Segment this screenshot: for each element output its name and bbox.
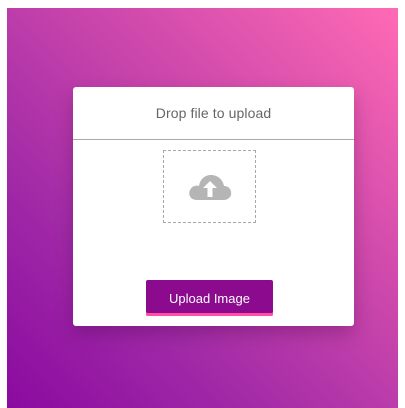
card-header: Drop file to upload [73, 87, 354, 140]
upload-image-button[interactable]: Upload Image [146, 280, 273, 316]
cloud-upload-icon [186, 170, 234, 204]
gradient-background: Drop file to upload Upload Image [7, 8, 398, 408]
card-title: Drop file to upload [155, 105, 272, 121]
file-dropzone[interactable] [163, 150, 256, 223]
upload-card: Drop file to upload Upload Image [73, 87, 354, 326]
